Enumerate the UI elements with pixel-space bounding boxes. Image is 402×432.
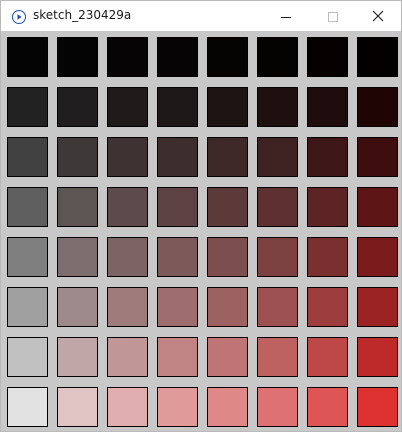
color-swatch: [7, 287, 48, 327]
color-swatch: [57, 187, 98, 227]
color-swatch: [107, 37, 148, 77]
color-swatch: [107, 137, 148, 177]
minimize-button[interactable]: [263, 1, 309, 31]
color-swatch: [307, 387, 348, 427]
color-swatch: [107, 187, 148, 227]
color-swatch: [257, 387, 298, 427]
color-swatch: [107, 87, 148, 127]
color-swatch: [257, 187, 298, 227]
processing-play-icon: [12, 9, 26, 24]
color-swatch: [7, 137, 48, 177]
color-swatch: [307, 337, 348, 377]
color-swatch: [207, 387, 248, 427]
color-swatch: [357, 37, 398, 77]
title-bar[interactable]: sketch_230429a: [1, 1, 401, 31]
color-swatch: [157, 37, 198, 77]
color-swatch: [57, 137, 98, 177]
color-swatch: [7, 37, 48, 77]
color-swatch: [257, 37, 298, 77]
color-swatch: [307, 137, 348, 177]
sketch-canvas[interactable]: [1, 31, 401, 431]
color-swatch: [357, 237, 398, 277]
color-swatch: [357, 137, 398, 177]
color-swatch: [257, 137, 298, 177]
color-swatch: [7, 87, 48, 127]
color-swatch: [57, 337, 98, 377]
color-swatch: [57, 387, 98, 427]
color-swatch: [107, 237, 148, 277]
color-swatch: [157, 137, 198, 177]
color-swatch: [207, 237, 248, 277]
color-swatch: [307, 187, 348, 227]
close-icon: [372, 7, 384, 26]
color-swatch: [207, 337, 248, 377]
color-swatch: [257, 287, 298, 327]
color-swatch: [157, 87, 198, 127]
color-swatch: [207, 287, 248, 327]
color-swatch: [57, 87, 98, 127]
color-swatch: [157, 237, 198, 277]
color-swatch: [207, 137, 248, 177]
color-swatch: [307, 37, 348, 77]
minimize-icon: [281, 7, 291, 26]
color-swatch: [207, 187, 248, 227]
maximize-button[interactable]: [310, 1, 356, 31]
color-swatch: [207, 37, 248, 77]
color-swatch: [257, 237, 298, 277]
window-title: sketch_230429a: [33, 8, 132, 22]
color-swatch: [357, 337, 398, 377]
color-swatch: [307, 287, 348, 327]
color-swatch: [107, 287, 148, 327]
color-swatch: [7, 337, 48, 377]
color-swatch: [157, 287, 198, 327]
color-swatch: [57, 37, 98, 77]
color-swatch: [257, 87, 298, 127]
color-swatch: [307, 87, 348, 127]
app-window: sketch_230429a: [0, 0, 402, 432]
color-swatch: [157, 387, 198, 427]
close-button[interactable]: [355, 1, 401, 31]
color-swatch: [357, 287, 398, 327]
color-swatch: [107, 337, 148, 377]
color-swatch: [257, 337, 298, 377]
color-swatch: [207, 87, 248, 127]
color-swatch: [107, 387, 148, 427]
color-swatch: [307, 237, 348, 277]
color-swatch: [357, 87, 398, 127]
color-swatch: [7, 237, 48, 277]
color-swatch: [357, 387, 398, 427]
color-swatch: [57, 237, 98, 277]
color-swatch: [7, 187, 48, 227]
maximize-icon: [328, 7, 338, 26]
color-swatch: [57, 287, 98, 327]
color-swatch: [157, 187, 198, 227]
color-swatch: [7, 387, 48, 427]
color-swatch: [157, 337, 198, 377]
color-swatch: [357, 187, 398, 227]
